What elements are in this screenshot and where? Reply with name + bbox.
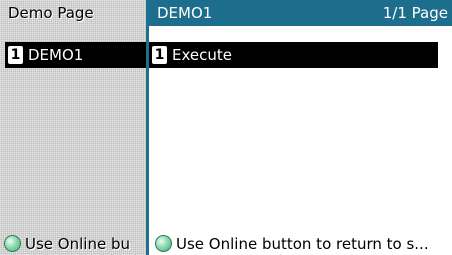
panel-divider bbox=[146, 0, 149, 255]
right-footer-hint: Use Online button to return to s... bbox=[149, 232, 452, 255]
left-menu-item-demo1[interactable]: 1 DEMO1 bbox=[5, 42, 146, 68]
left-footer-text: Use Online bu bbox=[25, 234, 130, 253]
right-panel-header: DEMO1 1/1 Page bbox=[149, 0, 452, 26]
left-footer-hint: Use Online bu bbox=[0, 232, 146, 255]
right-footer-text: Use Online button to return to s... bbox=[176, 234, 429, 253]
page-indicator: 1/1 Page bbox=[382, 4, 448, 22]
online-led-icon bbox=[155, 235, 172, 252]
menu-item-execute-label: Execute bbox=[172, 46, 232, 64]
online-led-icon bbox=[4, 235, 21, 252]
right-panel-title: DEMO1 bbox=[157, 4, 213, 22]
left-panel-title: Demo Page bbox=[8, 4, 94, 22]
item-number-badge: 1 bbox=[152, 46, 167, 64]
left-panel: Demo Page 1 DEMO1 Use Online bu bbox=[0, 0, 146, 255]
item-number-badge: 1 bbox=[8, 46, 23, 64]
menu-item-execute[interactable]: 1 Execute bbox=[149, 42, 438, 68]
left-menu-item-label: DEMO1 bbox=[28, 46, 84, 64]
